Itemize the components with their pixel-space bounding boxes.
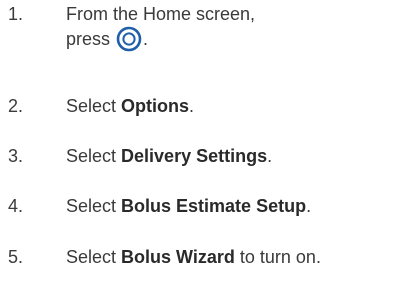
step-prefix: Select: [66, 146, 122, 166]
menu-option-label: Delivery Settings: [121, 146, 268, 166]
step-text: Select Delivery Settings.: [66, 144, 272, 168]
step-prefix: Select: [66, 96, 122, 116]
step-number: 2.: [8, 96, 24, 116]
menu-option-label: Bolus Wizard: [121, 247, 235, 267]
step-suffix: .: [267, 146, 273, 166]
step-prefix: Select: [66, 196, 122, 216]
step-suffix: .: [189, 96, 195, 116]
step-number: 4.: [8, 196, 24, 216]
step-prefix: press: [66, 29, 116, 49]
step-text: Select Bolus Wizard to turn on.: [66, 245, 321, 269]
step-number: 5.: [8, 247, 24, 267]
step-number: 3.: [8, 146, 24, 166]
step-suffix: to turn on.: [234, 247, 321, 267]
step-suffix: .: [306, 196, 312, 216]
step-text: From the Home screen, press .: [66, 2, 255, 52]
instruction-steps: 1. From the Home screen, press . 2. Sele…: [0, 0, 393, 284]
step-suffix: .: [143, 29, 149, 49]
select-button-icon: [116, 26, 142, 52]
menu-option-label: Options: [121, 96, 190, 116]
step-number: 1.: [8, 4, 24, 24]
menu-option-label: Bolus Estimate Setup: [121, 196, 307, 216]
step-text: Select Options.: [66, 94, 194, 118]
step-line-2: press .: [66, 26, 255, 52]
step-text: Select Bolus Estimate Setup.: [66, 194, 311, 218]
step-prefix: Select: [66, 247, 122, 267]
step-line-1: From the Home screen,: [66, 4, 256, 24]
